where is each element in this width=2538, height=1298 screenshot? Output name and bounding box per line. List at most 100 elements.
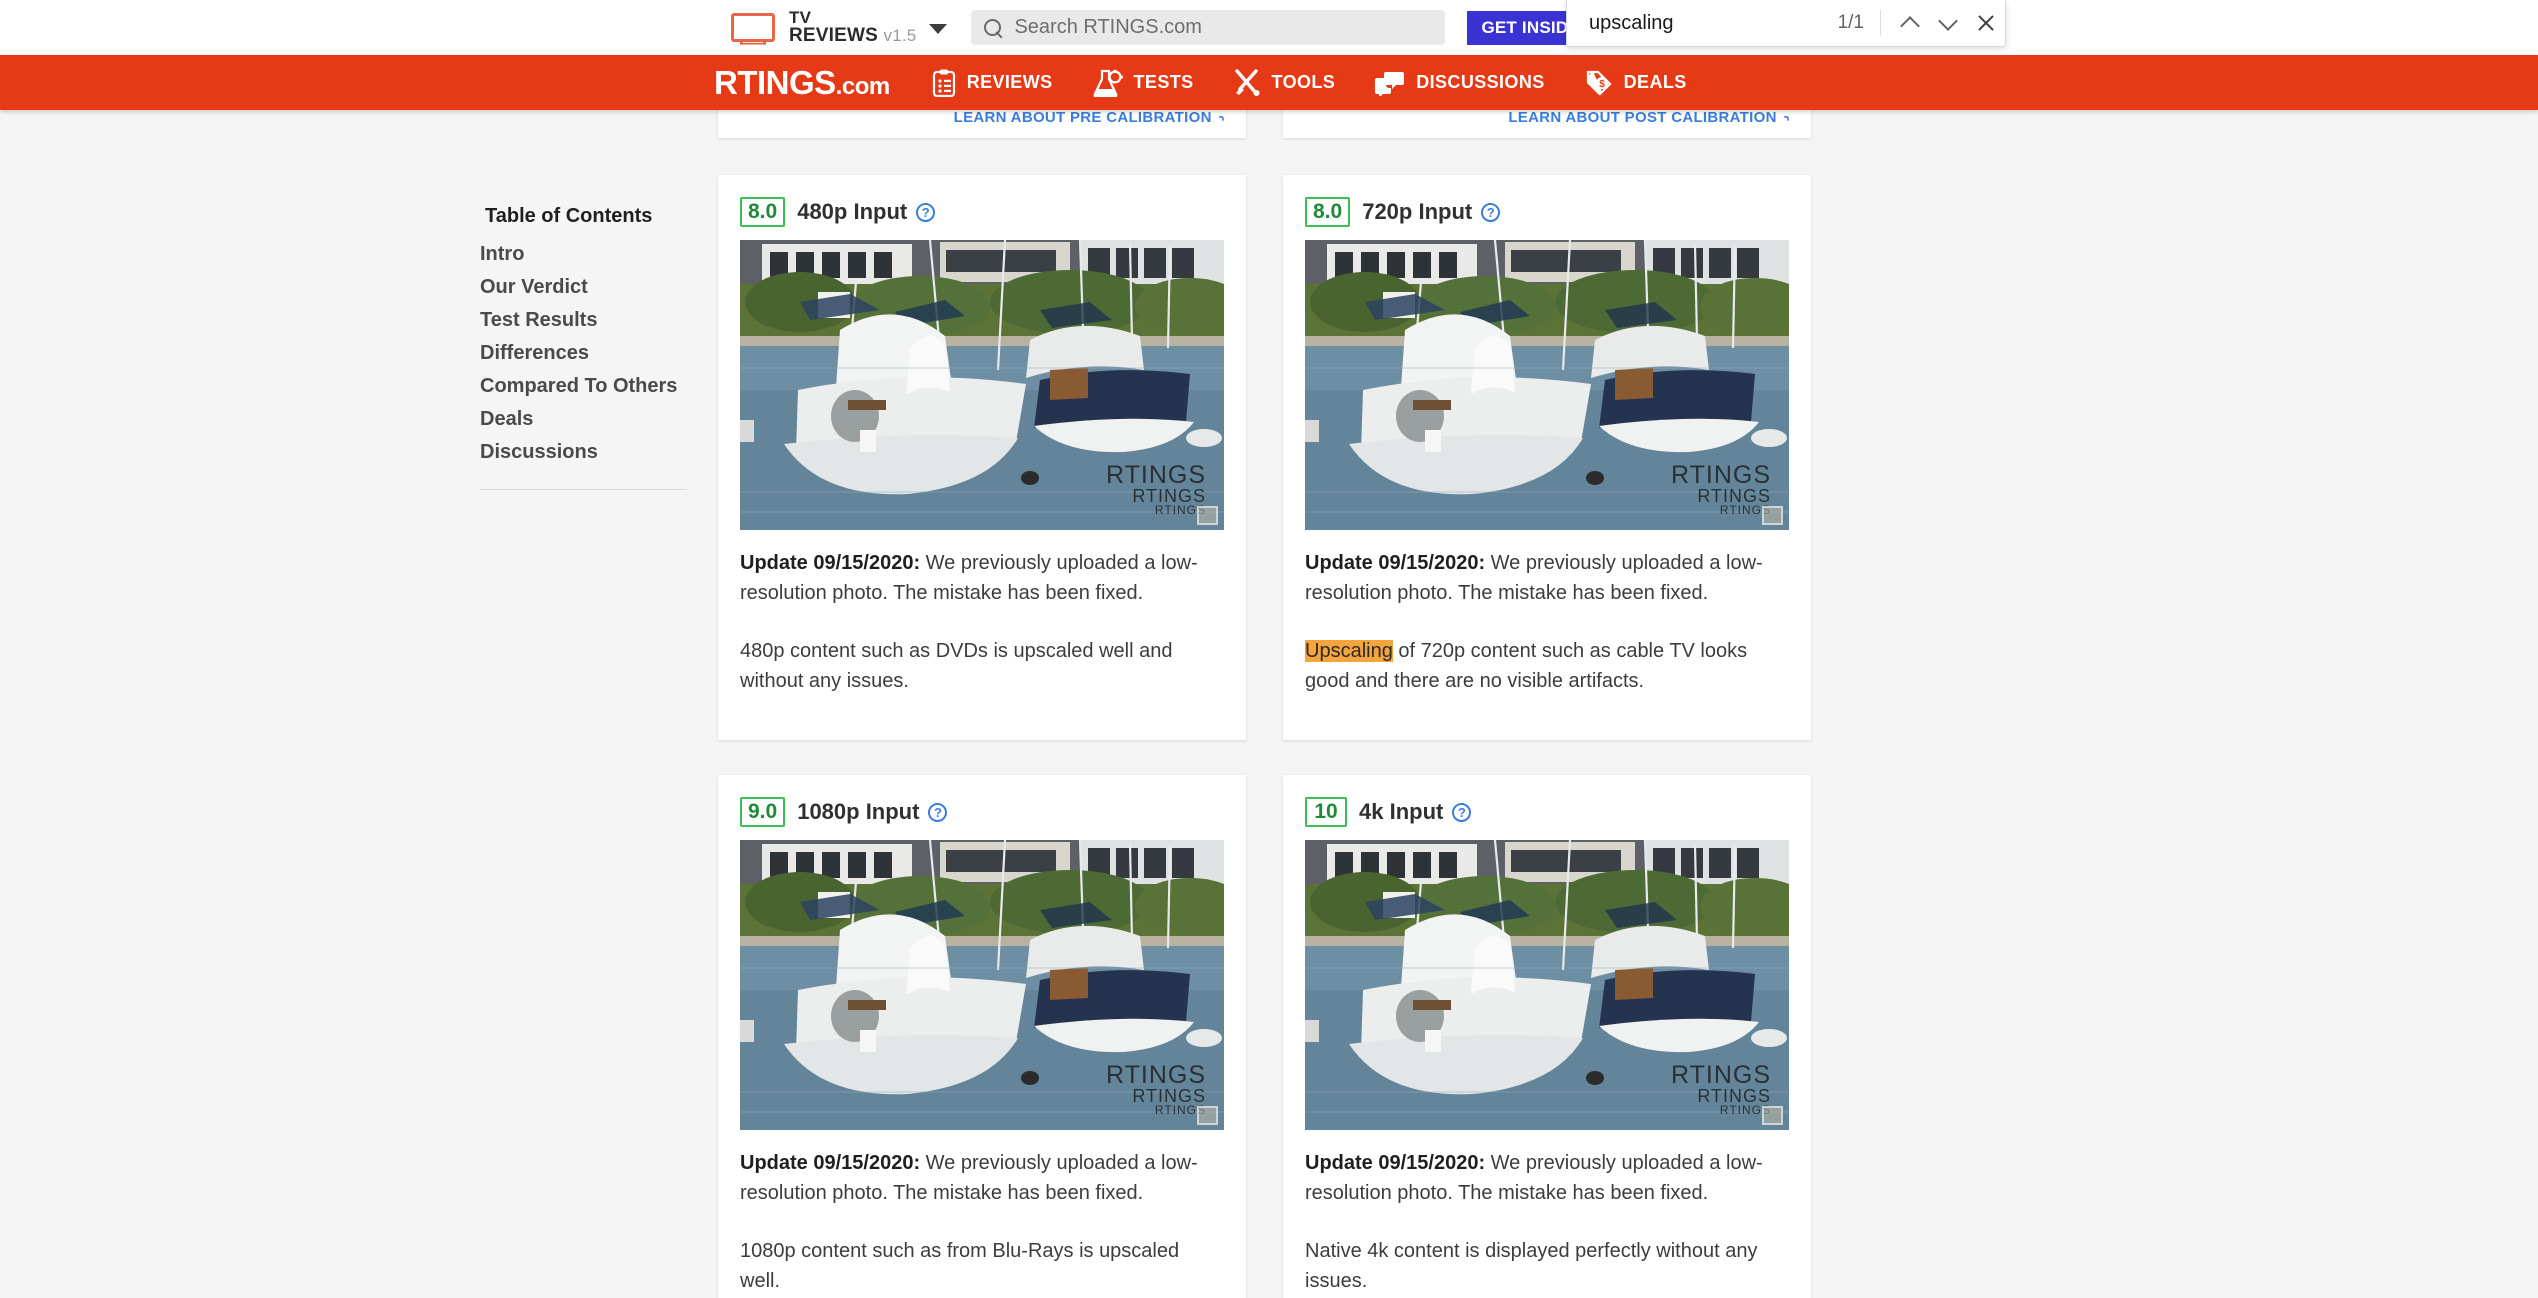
price-tag-icon: $ xyxy=(1586,70,1612,96)
site-logo[interactable]: RTINGS.com xyxy=(714,64,890,102)
nav-item-tools[interactable]: TOOLS xyxy=(1234,69,1336,96)
top-bar-inner: TV REVIEWS v1.5 Search RTINGS.com GET IN… xyxy=(731,7,1683,47)
update-paragraph: Update 09/15/2020: We previously uploade… xyxy=(1305,548,1789,608)
browser-find-bar: upscaling 1/1 xyxy=(1566,0,2006,47)
description-post: 480p content such as DVDs is upscaled we… xyxy=(740,640,1173,692)
watermark-line-3: RTINGS xyxy=(1719,502,1771,517)
product-line-2: REVIEWS v1.5 xyxy=(789,25,917,47)
nav-item-deals[interactable]: $ DEALS xyxy=(1585,69,1687,96)
nav-label: REVIEWS xyxy=(966,72,1053,92)
watermark: RTINGS RTINGS RTINGS xyxy=(1106,1060,1206,1117)
card-body: Update 09/15/2020: We previously uploade… xyxy=(1283,1130,1811,1298)
watermark-line-1: RTINGS xyxy=(1106,460,1206,489)
chevron-right-icon: › xyxy=(1213,109,1230,126)
flask-icon xyxy=(1093,69,1123,97)
learn-about-post-calibration-link[interactable]: LEARN ABOUT POST CALIBRATION › xyxy=(1508,109,1794,126)
search-input[interactable]: Search RTINGS.com xyxy=(971,10,1446,45)
update-label: Update 09/15/2020: xyxy=(1305,1152,1486,1174)
nav-label: TOOLS xyxy=(1271,72,1336,92)
description-paragraph: Native 4k content is displayed perfectly… xyxy=(1305,1236,1789,1296)
top-bar: TV REVIEWS v1.5 Search RTINGS.com GET IN… xyxy=(0,0,2538,55)
watermark-line-3: RTINGS xyxy=(1719,1102,1771,1117)
expand-icon[interactable] xyxy=(1197,1106,1218,1125)
test-photo[interactable]: RTINGS RTINGS RTINGS xyxy=(740,840,1224,1130)
search-highlight: Upscaling xyxy=(1305,640,1393,662)
test-photo[interactable]: RTINGS RTINGS RTINGS xyxy=(1305,840,1789,1130)
card-title: 480p Input xyxy=(797,199,908,224)
chevron-up-icon xyxy=(1900,15,1920,36)
description-paragraph: 1080p content such as from Blu-Rays is u… xyxy=(740,1236,1224,1296)
brand-suffix: .com xyxy=(835,72,891,100)
update-label: Update 09/15/2020: xyxy=(740,1152,921,1174)
test-photo[interactable]: RTINGS RTINGS RTINGS xyxy=(740,240,1224,530)
review-card-720p: 8.0 720p Input ? RTINGS RTINGS RTINGS Up… xyxy=(1283,175,1811,740)
table-of-contents: Table of Contents Intro Our Verdict Test… xyxy=(480,205,687,490)
update-label: Update 09/15/2020: xyxy=(1305,552,1486,574)
description-paragraph: Upscaling of 720p content such as cable … xyxy=(1305,636,1789,696)
card-header: 10 4k Input ? xyxy=(1283,775,1811,840)
card-header: 8.0 720p Input ? xyxy=(1283,175,1811,240)
learn-about-pre-calibration-link[interactable]: LEARN ABOUT PRE CALIBRATION › xyxy=(954,109,1230,126)
chevron-down-icon[interactable] xyxy=(929,24,948,34)
close-icon xyxy=(1976,13,1996,33)
review-card-1080p: 9.0 1080p Input ? RTINGS RTINGS RTINGS U… xyxy=(718,775,1246,1298)
svg-text:$: $ xyxy=(1599,79,1605,90)
toc-item-deals[interactable]: Deals xyxy=(480,403,687,436)
nav-item-discussions[interactable]: DISCUSSIONS xyxy=(1375,70,1544,96)
toc-item-compared-to-others[interactable]: Compared To Others xyxy=(480,370,687,403)
nav-item-tests[interactable]: TESTS xyxy=(1093,69,1194,97)
help-circle-icon[interactable]: ? xyxy=(916,202,936,222)
expand-icon[interactable] xyxy=(1197,506,1218,525)
find-previous-button[interactable] xyxy=(1891,4,1929,42)
description-paragraph: 480p content such as DVDs is upscaled we… xyxy=(740,636,1224,696)
chat-icon xyxy=(1375,71,1405,96)
toc-item-discussions[interactable]: Discussions xyxy=(480,436,687,469)
update-label: Update 09/15/2020: xyxy=(740,552,921,574)
chevron-right-icon: › xyxy=(1778,109,1795,126)
product-selector-label[interactable]: TV REVIEWS v1.5 xyxy=(789,7,917,47)
toc-item-differences[interactable]: Differences xyxy=(480,337,687,370)
toc-item-test-results[interactable]: Test Results xyxy=(480,304,687,337)
product-version: v1.5 xyxy=(883,26,917,46)
expand-icon[interactable] xyxy=(1762,1106,1783,1125)
toc-item-intro[interactable]: Intro xyxy=(480,238,687,271)
watermark-line-3: RTINGS xyxy=(1154,1102,1206,1117)
search-placeholder: Search RTINGS.com xyxy=(1014,16,1202,38)
main-navigation: RTINGS.com REVIEWS TESTS TOOLS DISCUSSIO… xyxy=(0,55,2538,110)
product-line-1: TV xyxy=(789,7,812,27)
review-card-480p: 8.0 480p Input ? RTINGS RTINGS RTINGS Up… xyxy=(718,175,1246,740)
card-header: 9.0 1080p Input ? xyxy=(718,775,1246,840)
find-input[interactable]: upscaling xyxy=(1567,12,1838,35)
update-paragraph: Update 09/15/2020: We previously uploade… xyxy=(1305,1148,1789,1208)
nav-items: REVIEWS TESTS TOOLS DISCUSSIONS $ DEALS xyxy=(932,69,1727,97)
find-divider xyxy=(1880,10,1881,36)
tools-icon xyxy=(1234,69,1260,96)
card-title: 4k Input xyxy=(1359,799,1444,824)
test-photo[interactable]: RTINGS RTINGS RTINGS xyxy=(1305,240,1789,530)
help-circle-icon[interactable]: ? xyxy=(928,802,948,822)
description-post: Native 4k content is displayed perfectly… xyxy=(1305,1240,1758,1292)
watermark: RTINGS RTINGS RTINGS xyxy=(1106,460,1206,517)
nav-item-reviews[interactable]: REVIEWS xyxy=(932,69,1053,97)
clipboard-icon xyxy=(932,69,955,97)
review-card-4k: 10 4k Input ? RTINGS RTINGS RTINGS Updat… xyxy=(1283,775,1811,1298)
nav-label: DEALS xyxy=(1623,72,1687,92)
help-circle-icon[interactable]: ? xyxy=(1481,202,1501,222)
card-body: Update 09/15/2020: We previously uploade… xyxy=(718,530,1246,718)
card-title: 1080p Input xyxy=(797,799,920,824)
brand-name: RTINGS xyxy=(714,63,836,101)
card-header: 8.0 480p Input ? xyxy=(718,175,1246,240)
find-next-button[interactable] xyxy=(1929,4,1967,42)
watermark: RTINGS RTINGS RTINGS xyxy=(1671,1062,1771,1117)
tv-icon xyxy=(731,13,775,42)
score-badge: 8.0 xyxy=(1305,197,1351,227)
expand-icon[interactable] xyxy=(1762,506,1783,525)
toc-item-our-verdict[interactable]: Our Verdict xyxy=(480,271,687,304)
help-circle-icon[interactable]: ? xyxy=(1452,802,1472,822)
toc-title: Table of Contents xyxy=(485,205,653,227)
watermark-line-1: RTINGS xyxy=(1106,1060,1206,1089)
watermark-line-3: RTINGS xyxy=(1154,502,1206,517)
chevron-down-icon xyxy=(1938,10,1958,31)
nav-label: DISCUSSIONS xyxy=(1416,72,1545,92)
find-close-button[interactable] xyxy=(1967,4,2005,42)
